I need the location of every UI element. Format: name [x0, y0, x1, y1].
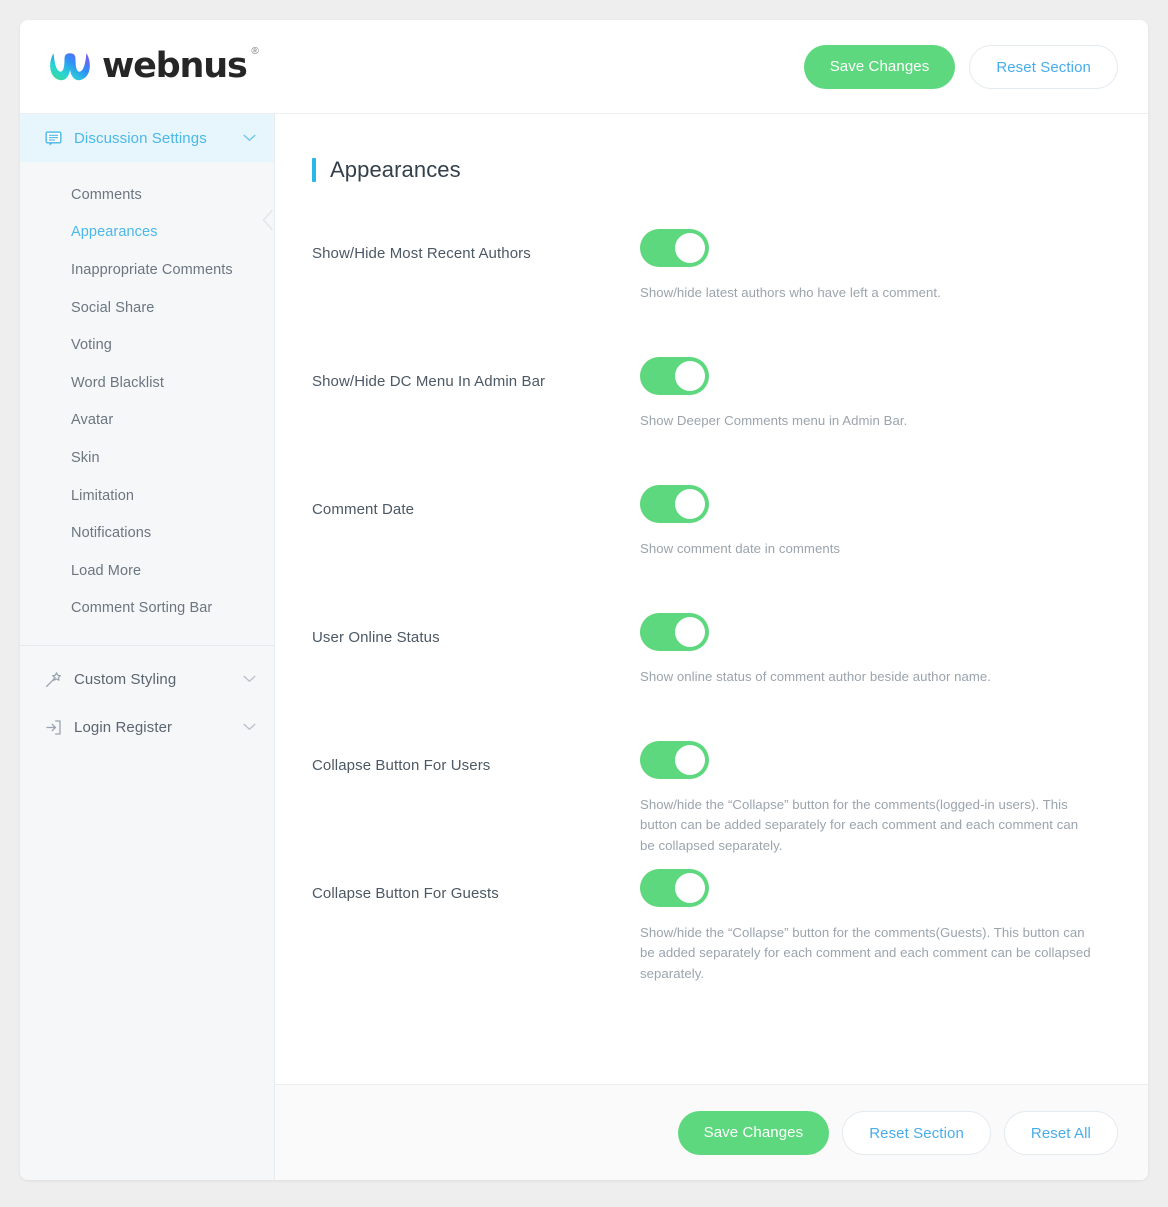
setting-control: Show online status of comment author bes… [640, 613, 1108, 687]
sidebar-item-skin[interactable]: Skin [20, 439, 274, 477]
sidebar-item-inappropriate-comments[interactable]: Inappropriate Comments [20, 251, 274, 289]
setting-control: Show/hide the “Collapse” button for the … [640, 869, 1108, 984]
save-changes-button-footer[interactable]: Save Changes [677, 1110, 830, 1155]
toggle-knob [675, 361, 705, 391]
reset-section-button-top[interactable]: Reset Section [969, 44, 1118, 89]
sidebar-group-label: Login Register [74, 718, 173, 736]
reset-all-button-footer[interactable]: Reset All [1003, 1110, 1118, 1155]
toggle-collapse-button-for-users[interactable] [640, 741, 709, 779]
setting-control: Show Deeper Comments menu in Admin Bar. [640, 357, 1108, 431]
toggle-knob [675, 233, 705, 263]
setting-description: Show/hide the “Collapse” button for the … [640, 797, 1079, 853]
setting-label: Comment Date [312, 501, 415, 518]
magic-wand-icon [42, 668, 64, 690]
chevron-down-icon [243, 723, 256, 731]
sidebar-item-limitation[interactable]: Limitation [20, 477, 274, 515]
sign-in-icon [42, 716, 64, 738]
toggle-knob [675, 873, 705, 903]
logo-wordmark: webnus ® [102, 46, 259, 86]
toggle-comment-date[interactable] [640, 485, 709, 523]
setting-label: Show/Hide Most Recent Authors [312, 245, 531, 262]
setting-description: Show online status of comment author bes… [640, 669, 992, 684]
settings-scroll-area: Appearances Show/Hide Most Recent Author… [275, 114, 1148, 1084]
sidebar-item-word-blacklist[interactable]: Word Blacklist [20, 364, 274, 402]
setting-row: Show/Hide DC Menu In Admin Bar Show Deep… [312, 357, 1108, 480]
page-title-text: Appearances [330, 157, 461, 182]
webnus-logo: webnus ® [48, 46, 259, 86]
toggle-show-hide-most-recent-authors[interactable] [640, 229, 709, 267]
chevron-down-icon [243, 134, 256, 142]
sidebar-group-label: Custom Styling [74, 670, 177, 688]
sidebar-collapse-chevron-left-icon[interactable] [262, 209, 274, 231]
sidebar-group-custom-styling[interactable]: Custom Styling [20, 655, 274, 703]
main-content: Appearances Show/Hide Most Recent Author… [275, 114, 1148, 1180]
sidebar-item-avatar[interactable]: Avatar [20, 402, 274, 440]
sidebar-item-appearances[interactable]: Appearances [20, 214, 274, 252]
setting-row: Comment Date Show comment date in commen… [312, 485, 1108, 608]
sidebar-item-load-more[interactable]: Load More [20, 552, 274, 590]
toggle-knob [675, 745, 705, 775]
save-changes-button-top[interactable]: Save Changes [803, 44, 956, 89]
toggle-show-hide-dc-menu-in-admin-bar[interactable] [640, 357, 709, 395]
setting-control: Show comment date in comments [640, 485, 1108, 559]
setting-description: Show comment date in comments [640, 541, 841, 556]
comment-icon [42, 127, 64, 149]
toggle-knob [675, 489, 705, 519]
sidebar-item-voting[interactable]: Voting [20, 326, 274, 364]
sidebar-item-social-share[interactable]: Social Share [20, 289, 274, 327]
setting-description: Show/hide the “Collapse” button for the … [640, 925, 1091, 981]
toggle-user-online-status[interactable] [640, 613, 709, 651]
header-actions: Save Changes Reset Section [803, 44, 1118, 89]
chevron-down-icon [243, 675, 256, 683]
app-page: webnus ® Save Changes Reset Section Disc… [0, 0, 1168, 1207]
registered-trademark-icon: ® [251, 46, 258, 57]
setting-description: Show Deeper Comments menu in Admin Bar. [640, 413, 908, 428]
card-body: Discussion Settings Comments Appearances… [20, 114, 1148, 1180]
setting-label: User Online Status [312, 629, 440, 646]
title-accent-bar [312, 158, 316, 182]
webnus-mark-icon [48, 49, 92, 85]
sidebar-subitems: Comments Appearances Inappropriate Comme… [20, 162, 274, 637]
setting-label: Collapse Button For Guests [312, 885, 499, 902]
top-header-bar: webnus ® Save Changes Reset Section [20, 20, 1148, 114]
setting-control: Show/hide the “Collapse” button for the … [640, 741, 1108, 856]
settings-card: webnus ® Save Changes Reset Section Disc… [20, 20, 1148, 1180]
setting-row: Show/Hide Most Recent Authors Show/hide … [312, 229, 1108, 352]
setting-row: Collapse Button For Users Show/hide the … [312, 741, 1108, 864]
toggle-knob [675, 617, 705, 647]
sidebar-group-discussion-settings[interactable]: Discussion Settings [20, 114, 274, 162]
sidebar-group-login-register[interactable]: Login Register [20, 703, 274, 751]
toggle-collapse-button-for-guests[interactable] [640, 869, 709, 907]
setting-description: Show/hide latest authors who have left a… [640, 285, 941, 300]
sidebar-group-label: Discussion Settings [74, 129, 207, 147]
logo-wordmark-text: webnus [102, 46, 248, 86]
setting-row: Collapse Button For Guests Show/hide the… [312, 869, 1108, 992]
setting-label: Collapse Button For Users [312, 757, 491, 774]
footer-actions: Save Changes Reset Section Reset All [275, 1084, 1148, 1180]
sidebar-item-comment-sorting-bar[interactable]: Comment Sorting Bar [20, 590, 274, 628]
reset-section-button-footer[interactable]: Reset Section [842, 1110, 991, 1155]
sidebar-secondary-groups: Custom Styling Login Register [20, 646, 274, 751]
setting-label: Show/Hide DC Menu In Admin Bar [312, 373, 546, 390]
setting-control: Show/hide latest authors who have left a… [640, 229, 1108, 303]
sidebar-nav: Discussion Settings Comments Appearances… [20, 114, 275, 1180]
sidebar-item-notifications[interactable]: Notifications [20, 514, 274, 552]
page-title: Appearances [312, 157, 1108, 183]
sidebar-item-comments[interactable]: Comments [20, 176, 274, 214]
setting-row: User Online Status Show online status of… [312, 613, 1108, 736]
